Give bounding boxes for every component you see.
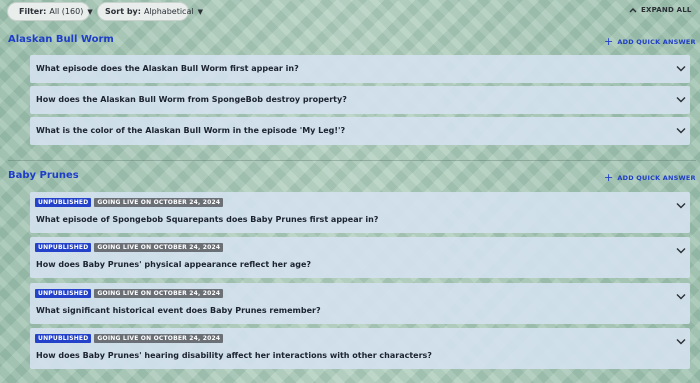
question-text: What episode of Spongebob Squarepants do… [36,215,379,224]
chevron-down-icon[interactable] [676,96,686,104]
going-live-badge: GOING LIVE ON OCTOBER 24, 2024 [94,243,224,252]
add-quick-answer-button[interactable]: + ADD QUICK ANSWER [604,172,696,183]
question-text: What episode does the Alaskan Bull Worm … [36,64,299,73]
plus-icon: + [604,35,614,48]
sort-dropdown[interactable]: Sort by: Alphabetical ▼ [97,2,203,21]
add-quick-answer-button[interactable]: + ADD QUICK ANSWER [604,36,696,47]
question-text: What is the color of the Alaskan Bull Wo… [36,126,346,135]
filter-value: All (160) [49,7,84,16]
question-row[interactable]: UNPUBLISHED GOING LIVE ON OCTOBER 24, 20… [30,328,690,369]
add-quick-answer-label: ADD QUICK ANSWER [617,173,696,182]
unpublished-badge: UNPUBLISHED [35,334,92,343]
caret-down-icon: ▼ [87,7,93,16]
expand-all-button[interactable]: EXPAND ALL [629,6,692,14]
group-title: Baby Prunes [8,170,79,181]
unpublished-badge: UNPUBLISHED [35,289,92,298]
group-title: Alaskan Bull Worm [8,34,114,45]
sort-label: Sort by: [105,7,141,16]
question-text: How does Baby Prunes' hearing disability… [36,351,432,360]
toolbar: Filter: All (160) ▼ Sort by: Alphabetica… [0,0,700,26]
plus-icon: + [604,171,614,184]
filter-label: Filter: [19,7,47,16]
question-row[interactable]: What episode does the Alaskan Bull Worm … [30,55,690,83]
chevron-down-icon[interactable] [676,338,686,346]
group-divider [8,160,696,161]
going-live-badge: GOING LIVE ON OCTOBER 24, 2024 [94,334,224,343]
question-row[interactable]: UNPUBLISHED GOING LIVE ON OCTOBER 24, 20… [30,192,690,233]
chevron-down-icon[interactable] [676,65,686,73]
chevron-down-icon[interactable] [676,293,686,301]
caret-down-icon: ▼ [197,7,203,16]
add-quick-answer-label: ADD QUICK ANSWER [617,37,696,46]
status-badges: UNPUBLISHED GOING LIVE ON OCTOBER 24, 20… [35,289,224,298]
going-live-badge: GOING LIVE ON OCTOBER 24, 2024 [94,198,224,207]
question-row[interactable]: How does the Alaskan Bull Worm from Spon… [30,86,690,114]
chevron-down-icon[interactable] [676,247,686,255]
chevron-down-icon[interactable] [676,202,686,210]
unpublished-badge: UNPUBLISHED [35,198,92,207]
question-text: How does the Alaskan Bull Worm from Spon… [36,95,347,104]
filter-dropdown[interactable]: Filter: All (160) ▼ [7,2,93,21]
unpublished-badge: UNPUBLISHED [35,243,92,252]
question-text: How does Baby Prunes' physical appearanc… [36,260,312,269]
question-row[interactable]: UNPUBLISHED GOING LIVE ON OCTOBER 24, 20… [30,283,690,324]
question-row[interactable]: UNPUBLISHED GOING LIVE ON OCTOBER 24, 20… [30,237,690,278]
status-badges: UNPUBLISHED GOING LIVE ON OCTOBER 24, 20… [35,334,224,343]
chevron-down-icon[interactable] [676,127,686,135]
expand-all-label: EXPAND ALL [641,6,692,14]
status-badges: UNPUBLISHED GOING LIVE ON OCTOBER 24, 20… [35,198,224,207]
chevron-up-icon [629,8,637,13]
status-badges: UNPUBLISHED GOING LIVE ON OCTOBER 24, 20… [35,243,224,252]
sort-value: Alphabetical [143,7,194,16]
question-text: What significant historical event does B… [36,306,321,315]
going-live-badge: GOING LIVE ON OCTOBER 24, 2024 [94,289,224,298]
question-row[interactable]: What is the color of the Alaskan Bull Wo… [30,117,690,145]
